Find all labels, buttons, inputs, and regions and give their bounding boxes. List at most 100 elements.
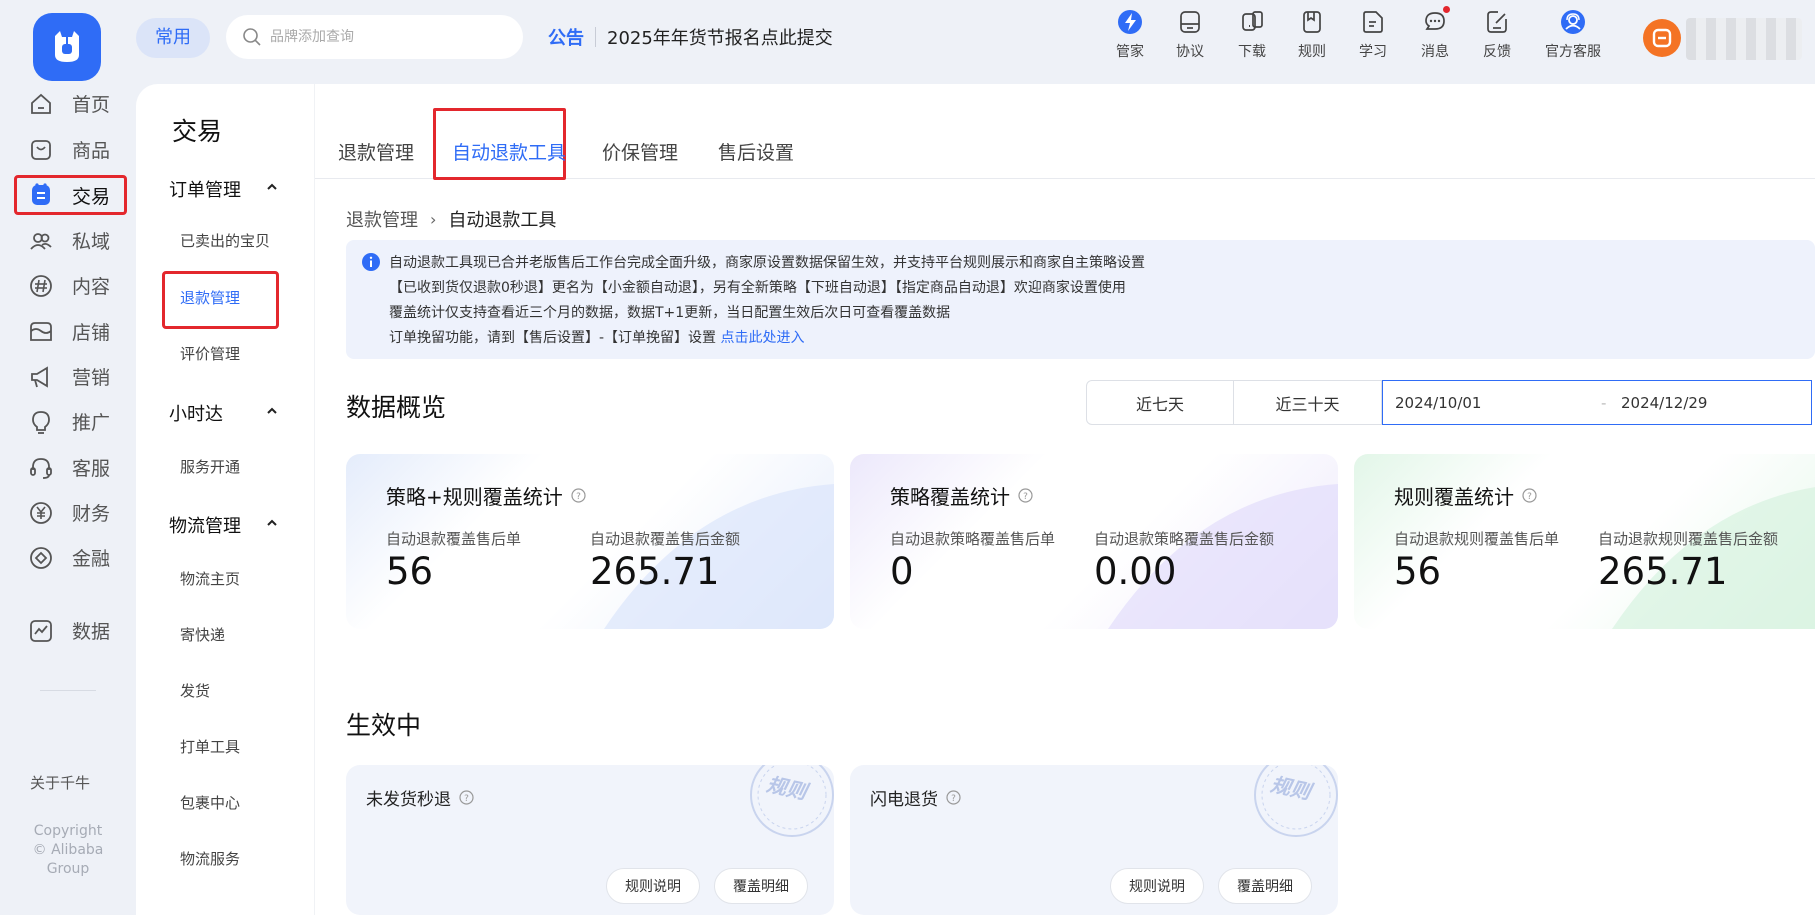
subnav-group-0[interactable]: 订单管理: [169, 176, 277, 202]
tab-2[interactable]: 价保管理: [602, 138, 678, 165]
rail-item-5[interactable]: 店铺: [14, 310, 127, 353]
rail-item-2[interactable]: 交易: [14, 175, 127, 215]
rail-copyright: Copyright © Alibaba Group: [20, 822, 116, 879]
topbar-button-5[interactable]: 消息: [1402, 6, 1468, 65]
search-box[interactable]: [226, 15, 523, 59]
topbar-button-label: 管家: [1116, 44, 1144, 60]
topbar-button-3[interactable]: 规则: [1279, 9, 1345, 65]
card-title: 策略覆盖统计?: [890, 481, 1033, 510]
help-question-icon[interactable]: ?: [1522, 488, 1537, 503]
notice-text[interactable]: 2025年年货节报名点此提交: [607, 24, 833, 50]
rail-item-9[interactable]: 财务: [14, 491, 127, 534]
rail-item-6[interactable]: 营销: [14, 355, 127, 398]
copyright-line-2: © Alibaba Group: [32, 842, 104, 877]
date-end[interactable]: 2024/12/29: [1621, 394, 1707, 412]
breadcrumb-parent[interactable]: 退款管理: [346, 206, 418, 232]
help-question-icon[interactable]: ?: [459, 790, 474, 805]
topbar-button-2[interactable]: 下载: [1219, 9, 1285, 65]
topbar-button-1[interactable]: 协议: [1157, 9, 1223, 65]
chevron-up-icon: [265, 404, 279, 418]
help-question-icon[interactable]: ?: [1018, 488, 1033, 503]
rail-about-link[interactable]: 关于千牛: [30, 772, 90, 793]
rail-item-label: 数据: [72, 621, 111, 643]
help-question-icon[interactable]: ?: [571, 488, 586, 503]
subnav-item-2-2[interactable]: 发货: [180, 680, 210, 701]
subnav-group-label: 物流管理: [169, 516, 241, 537]
subnav-item-2-5[interactable]: 物流服务: [180, 848, 240, 869]
subnav-item-2-0[interactable]: 物流主页: [180, 568, 240, 589]
rule-description-button[interactable]: 规则说明: [606, 868, 700, 904]
svg-text:?: ?: [951, 794, 956, 804]
customer-service-headset-icon: [28, 455, 54, 481]
card-title-text: 未发货秒退: [366, 790, 451, 810]
date-range-picker[interactable]: 2024/10/01 - 2024/12/29: [1382, 380, 1812, 425]
coverage-detail-button[interactable]: 覆盖明细: [1218, 868, 1312, 904]
study-icon: [1360, 9, 1386, 35]
date-separator: -: [1601, 393, 1607, 412]
chevron-up-icon: [265, 516, 279, 530]
metric-1-value: 56: [1394, 550, 1442, 593]
tab-0[interactable]: 退款管理: [338, 138, 414, 165]
subnav-group-1[interactable]: 小时达: [169, 400, 277, 426]
rail-item-1[interactable]: 商品: [14, 128, 127, 171]
topbar-button-6[interactable]: 反馈: [1464, 9, 1530, 65]
tab-3[interactable]: 售后设置: [718, 138, 794, 165]
platform-logo-icon[interactable]: [33, 13, 101, 81]
metric-2-label: 自动退款策略覆盖售后金额: [1094, 530, 1275, 548]
rail-divider: [40, 690, 96, 691]
search-input[interactable]: [270, 29, 500, 45]
card-title: 闪电退货?: [870, 785, 961, 810]
rule-description-button[interactable]: 规则说明: [1110, 868, 1204, 904]
agreement-icon: [1177, 9, 1203, 35]
rail-item-label: 金融: [72, 548, 111, 570]
active-section-title: 生效中: [346, 711, 422, 740]
rail-item-3[interactable]: 私域: [14, 219, 127, 262]
banner-line-1: 自动退款工具现已合并老版售后工作台完成全面升级，商家原设置数据保留生效，并支持平…: [389, 255, 1145, 271]
coverage-detail-button[interactable]: 覆盖明细: [714, 868, 808, 904]
rail-item-8[interactable]: 客服: [14, 446, 127, 489]
help-question-icon[interactable]: ?: [946, 790, 961, 805]
subnav-item-1-0[interactable]: 服务开通: [180, 456, 240, 477]
subnav-item-0-0[interactable]: 已卖出的宝贝: [180, 230, 270, 251]
topbar-button-7[interactable]: 官方客服: [1522, 9, 1624, 65]
subnav-group-label: 小时达: [169, 404, 223, 425]
fintech-target-icon: [28, 545, 54, 571]
active-rule-card-1: 规则 闪电退货? 规则说明 覆盖明细: [850, 765, 1338, 915]
topbar-button-0[interactable]: 管家: [1097, 9, 1163, 65]
rail-item-10[interactable]: 金融: [14, 536, 127, 579]
overview-card-0: 策略+规则覆盖统计? 自动退款覆盖售后单 56 自动退款覆盖售后金额 265.71: [346, 454, 834, 629]
date-start[interactable]: 2024/10/01: [1395, 394, 1601, 412]
topbar-button-label: 反馈: [1483, 44, 1511, 60]
metric-1-value: 0: [890, 550, 914, 593]
subnav-item-2-3[interactable]: 打单工具: [180, 736, 240, 757]
metric-2-value: 265.71: [590, 550, 720, 593]
rail-item-0[interactable]: 首页: [14, 82, 127, 125]
tab-1[interactable]: 自动退款工具: [452, 138, 566, 165]
notification-dot: [1443, 6, 1450, 13]
subnav-item-2-4[interactable]: 包裹中心: [180, 792, 240, 813]
rail-item-7[interactable]: 推广: [14, 400, 127, 443]
search-icon: [242, 27, 262, 47]
account-name-blurred[interactable]: [1686, 18, 1802, 60]
subnav-group-2[interactable]: 物流管理: [169, 512, 277, 538]
rail-item-4[interactable]: 内容: [14, 264, 127, 307]
subnav-item-2-1[interactable]: 寄快递: [180, 624, 225, 645]
topbar-button-label: 下载: [1238, 44, 1266, 60]
card-title-text: 策略+规则覆盖统计: [386, 485, 563, 509]
topbar-button-label: 协议: [1176, 44, 1204, 60]
favorites-pill[interactable]: 常用: [136, 18, 210, 58]
notice-bar[interactable]: 公告 2025年年货节报名点此提交: [548, 22, 833, 52]
range-30-days-button[interactable]: 近三十天: [1234, 380, 1382, 425]
rail-item-11[interactable]: 数据: [14, 609, 127, 652]
subnav-item-0-2[interactable]: 评价管理: [180, 343, 240, 364]
metric-2-label: 自动退款规则覆盖售后金额: [1598, 530, 1779, 548]
subnav-item-0-1[interactable]: 退款管理: [180, 287, 240, 308]
avatar[interactable]: [1643, 19, 1681, 57]
metric-1-value: 56: [386, 550, 434, 593]
topbar-button-4[interactable]: 学习: [1340, 9, 1406, 65]
topbar-button-label: 消息: [1421, 44, 1449, 60]
svg-text:?: ?: [576, 492, 581, 502]
range-7-days-button[interactable]: 近七天: [1086, 380, 1234, 425]
section-title: 交易: [172, 117, 223, 146]
banner-link[interactable]: 点击此处进入: [721, 330, 805, 346]
